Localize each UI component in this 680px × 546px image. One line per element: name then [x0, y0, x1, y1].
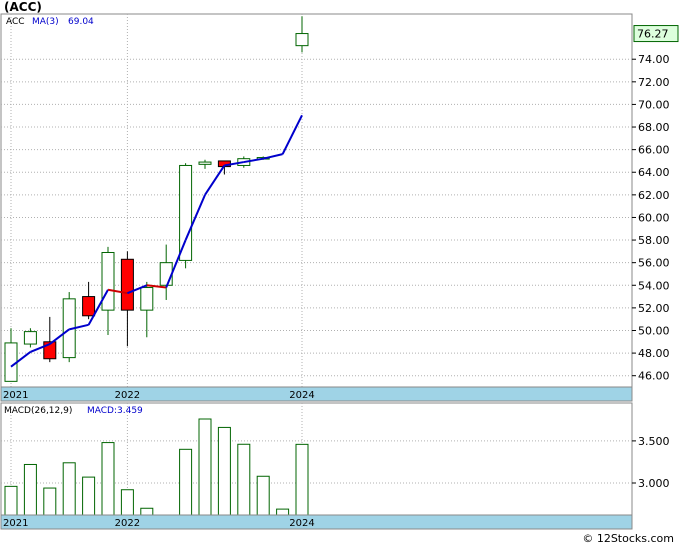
macd-plot-area [0, 402, 633, 516]
macd-bar [256, 475, 270, 516]
macd-x-tick-label: 2024 [289, 518, 314, 529]
macd-x-axis-band [0, 514, 633, 530]
price-y-tick-label: 46.00 [638, 370, 670, 383]
macd-bar [4, 485, 18, 516]
price-y-tick-label: 54.00 [638, 279, 670, 292]
macd-bar [276, 508, 290, 516]
macd-x-tick-label: 2021 [3, 518, 28, 529]
macd-x-tick-label: 2022 [115, 518, 140, 529]
stock-chart: 46.00 48.00 50.00 52.00 54.00 56.00 58.00 60.00… [0, 0, 680, 546]
price-x-axis-band [0, 386, 633, 402]
macd-bar [217, 426, 231, 516]
macd-bar [43, 487, 57, 516]
price-y-tick-label: 66.00 [638, 144, 670, 157]
macd-bar [295, 443, 309, 516]
candle-body-up [140, 287, 154, 311]
last-price-label: 76.27 [637, 28, 669, 41]
price-panel: 46.00 48.00 50.00 52.00 54.00 56.00 58.00 60.00… [0, 13, 679, 402]
macd-bar [198, 418, 212, 516]
macd-bar [101, 442, 115, 516]
legend-ma-label: MA(3) [32, 17, 59, 27]
price-y-tick-label: 72.00 [638, 76, 670, 89]
price-y-tick-label: 60.00 [638, 211, 670, 224]
candle-body-up [23, 331, 37, 345]
price-x-tick-label: 2022 [115, 390, 140, 401]
price-y-tick-label: 62.00 [638, 189, 670, 202]
macd-legend-label: MACD(26,12,9) [4, 406, 72, 416]
candle-body-up [179, 164, 193, 261]
macd-y-tick-label: 3.500 [638, 435, 670, 448]
macd-bar [140, 507, 154, 516]
candle-body-up [295, 33, 309, 47]
legend-ma-value: 69.04 [68, 17, 94, 27]
macd-legend-value: MACD:3.459 [87, 406, 143, 416]
candle-body-up [159, 262, 173, 286]
macd-bar [62, 462, 76, 516]
macd-bar [237, 443, 251, 516]
candle-body-down [82, 296, 96, 317]
price-y-tick-label: 64.00 [638, 166, 670, 179]
macd-y-tick-label: 3.000 [638, 477, 670, 490]
macd-bar [82, 476, 96, 516]
macd-bar [120, 489, 134, 516]
price-y-tick-label: 52.00 [638, 302, 670, 315]
price-y-tick-label: 68.00 [638, 121, 670, 134]
price-y-tick-label: 74.00 [638, 53, 670, 66]
legend-ticker: ACC [6, 17, 25, 27]
price-y-tick-label: 70.00 [638, 98, 670, 111]
price-y-tick-label: 58.00 [638, 234, 670, 247]
price-x-tick-label: 2021 [3, 390, 28, 401]
watermark: © 12Stocks.com [582, 532, 674, 545]
price-y-tick-label: 50.00 [638, 324, 670, 337]
candle-body-down [120, 258, 134, 311]
candle-body-up [4, 342, 18, 382]
chart-title: (ACC) [4, 0, 42, 14]
price-y-tick-label: 56.00 [638, 257, 670, 270]
macd-bar [179, 448, 193, 516]
candle-body-up [198, 161, 212, 165]
price-y-tick-label: 48.00 [638, 347, 670, 360]
candle-body-up [101, 251, 115, 311]
price-x-tick-label: 2024 [289, 390, 314, 401]
price-plot-area [0, 13, 633, 388]
macd-panel: 3.000 3.500 MACD(26,12,9) MACD:3.459 2021 202… [0, 402, 670, 530]
macd-bar [23, 463, 37, 516]
